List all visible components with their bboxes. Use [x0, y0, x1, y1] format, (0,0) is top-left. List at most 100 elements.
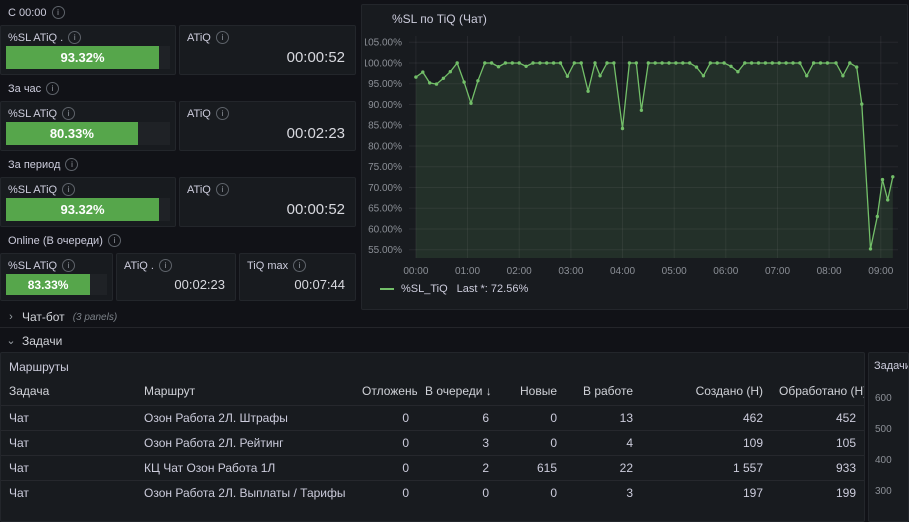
y-axis-ticks: 600 500 400 300 [875, 393, 892, 497]
info-icon[interactable] [62, 259, 75, 272]
svg-text:08:00: 08:00 [817, 266, 842, 277]
table-cell: Озон Работа 2Л. Выплаты / Тарифы [136, 481, 354, 506]
svg-text:70.00%: 70.00% [368, 183, 402, 194]
stat-value: 00:00:52 [180, 196, 355, 226]
svg-text:02:00: 02:00 [507, 266, 532, 277]
info-icon[interactable] [62, 107, 75, 120]
svg-text:105.00%: 105.00% [365, 38, 402, 49]
bar-gauge-fill: 93.32% [6, 198, 159, 221]
svg-text:90.00%: 90.00% [368, 100, 402, 111]
stat-value: 00:02:23 [117, 272, 235, 300]
panel-title: Маршруты [1, 353, 864, 380]
table-cell: 22 [565, 456, 641, 481]
table-cell: 0 [417, 481, 497, 506]
section-title: Online (В очереди) [8, 235, 103, 247]
panel-title: %SL ATiQ [1, 102, 175, 120]
column-header[interactable]: В работе [565, 380, 641, 406]
panel-title: ATiQ [180, 26, 355, 44]
bar-gauge-fill: 93.32% [6, 46, 159, 69]
bar-gauge: 83.33% [6, 274, 107, 295]
svg-text:03:00: 03:00 [558, 266, 583, 277]
table-row: ЧатОзон Работа 2Л. Штрафы06013462452 [1, 406, 864, 431]
info-icon[interactable] [216, 183, 229, 196]
bar-gauge: 80.33% [6, 122, 170, 145]
svg-text:75.00%: 75.00% [368, 162, 402, 173]
column-header[interactable]: Новые [497, 380, 565, 406]
panel-title-text: TiQ max [247, 260, 288, 272]
info-icon[interactable] [216, 31, 229, 44]
svg-text:06:00: 06:00 [713, 266, 738, 277]
table-cell: 3 [565, 481, 641, 506]
row-title: Задачи [22, 334, 62, 348]
legend-swatch [380, 288, 394, 290]
table-row: ЧатОзон Работа 2Л. Выплаты / Тарифы00031… [1, 481, 864, 506]
info-icon[interactable] [293, 259, 306, 272]
column-header[interactable]: Отложены [354, 380, 417, 406]
column-header[interactable]: Создано (Н) [641, 380, 771, 406]
section-title: За час [8, 83, 41, 95]
info-icon[interactable] [52, 6, 65, 19]
panel-title-text: ATiQ [187, 184, 211, 196]
section-header-period: За период [0, 157, 78, 172]
svg-text:60.00%: 60.00% [368, 225, 402, 236]
stat-panel-atiq: ATiQ 00:02:23 [179, 101, 356, 151]
tasks-chart-panel: Задачи (Ча 600 500 400 300 [868, 352, 909, 522]
table-row: ЧатОзон Работа 2Л. Рейтинг0304109105 [1, 431, 864, 456]
info-icon[interactable] [216, 107, 229, 120]
info-icon[interactable] [62, 183, 75, 196]
panel-title-text: %SL ATiQ [8, 184, 57, 196]
table-cell: 2 [417, 456, 497, 481]
panel-title: %SL ATiQ [1, 254, 112, 272]
table-cell: 1 557 [641, 456, 771, 481]
info-icon[interactable] [65, 158, 78, 171]
svg-text:00:00: 00:00 [403, 266, 428, 277]
grafana-dashboard: С 00:00 %SL ATiQ . 93.32% ATiQ 00:00:52 … [0, 0, 909, 522]
table-cell: Озон Работа 2Л. Штрафы [136, 406, 354, 431]
panel-title-text: %SL ATiQ . [8, 32, 63, 44]
table-cell: Чат [1, 406, 136, 431]
gauge-value: 80.33% [50, 126, 94, 141]
panel-title-text: %SL ATiQ [8, 108, 57, 120]
section-header-online: Online (В очереди) [0, 233, 121, 248]
gauge-panel-sl-atiq: %SL ATiQ 80.33% [0, 101, 176, 151]
timeseries-plot[interactable]: 105.00%100.00%95.00%90.00%85.00%80.00%75… [365, 28, 904, 280]
svg-text:95.00%: 95.00% [368, 79, 402, 90]
bar-gauge-fill: 83.33% [6, 274, 90, 295]
table-cell: Чат [1, 481, 136, 506]
legend-last-value: Last *: 72.56% [457, 283, 529, 295]
section-title: За период [8, 159, 60, 171]
table-cell: 197 [641, 481, 771, 506]
info-icon[interactable] [46, 82, 59, 95]
table-cell: 0 [354, 431, 417, 456]
row-tasks[interactable]: ⌄ Задачи [0, 330, 909, 351]
gauge-value: 83.33% [28, 278, 69, 292]
table-cell: 0 [354, 456, 417, 481]
column-header[interactable]: Маршрут [136, 380, 354, 406]
info-icon[interactable] [159, 259, 172, 272]
stat-value: 00:07:44 [240, 272, 355, 300]
svg-text:09:00: 09:00 [868, 266, 893, 277]
svg-text:07:00: 07:00 [765, 266, 790, 277]
legend-series-name[interactable]: %SL_TiQ [401, 283, 448, 295]
column-header[interactable]: Обработано (Н) [771, 380, 864, 406]
info-icon[interactable] [68, 31, 81, 44]
panel-title: Задачи (Ча [869, 353, 908, 372]
panel-title-text: ATiQ . [124, 260, 154, 272]
bar-gauge: 93.32% [6, 46, 170, 69]
table-cell: 615 [497, 456, 565, 481]
table-cell: 933 [771, 456, 864, 481]
svg-text:80.00%: 80.00% [368, 142, 402, 153]
column-header[interactable]: В очереди ↓ [417, 380, 497, 406]
row-chatbot[interactable]: › Чат-бот (3 panels) [0, 307, 909, 328]
column-header[interactable]: Задача [1, 380, 136, 406]
table-cell: 0 [354, 406, 417, 431]
stat-value: 00:00:52 [180, 44, 355, 74]
info-icon[interactable] [108, 234, 121, 247]
bar-gauge-fill: 80.33% [6, 122, 138, 145]
svg-text:01:00: 01:00 [455, 266, 480, 277]
table-cell: 0 [497, 481, 565, 506]
table-cell: 105 [771, 431, 864, 456]
table-cell: 199 [771, 481, 864, 506]
row-panel-count: (3 panels) [73, 312, 117, 323]
panel-title-text: ATiQ [187, 108, 211, 120]
